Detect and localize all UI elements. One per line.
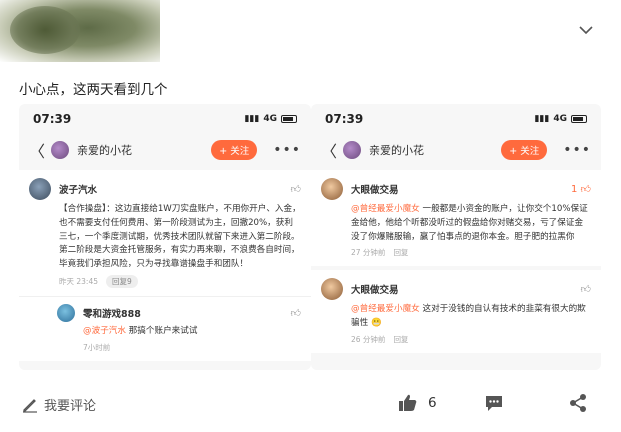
thumb-up-icon: 👍︎: [580, 284, 591, 296]
comment-input[interactable]: 我要评论: [22, 395, 96, 414]
reply-count: 回复9: [106, 274, 138, 288]
avatar: [51, 141, 69, 159]
share-button[interactable]: [568, 393, 588, 413]
comment-mention: @曾经最爱小魔女: [351, 204, 420, 214]
reply-comment: 零和游戏888 👍︎ @波子汽水 那搞个账户来试试 7小时前: [19, 295, 311, 361]
pencil-icon: [23, 398, 37, 413]
reply-body: 那搞个账户来试试: [125, 325, 198, 336]
battery-icon: [571, 115, 587, 123]
comment-author: 波子汽水: [59, 185, 98, 196]
network-label: 4G: [263, 114, 277, 124]
like-count: 1: [570, 184, 578, 195]
reply-author: 零和游戏888: [83, 308, 141, 320]
more-icon: •••: [563, 142, 591, 158]
follow-button: + 关注: [211, 140, 258, 160]
signal-icon: ▮▮▮: [534, 114, 550, 124]
avatar: [343, 141, 361, 159]
comment-button[interactable]: [484, 393, 504, 413]
status-bar: 07:39 ▮▮▮ 4G: [19, 104, 311, 134]
status-bar: 07:39 ▮▮▮ 4G: [311, 104, 601, 134]
like-button[interactable]: 6: [398, 393, 437, 413]
avatar: [321, 278, 343, 301]
comment-author: 大眼做交易: [351, 185, 399, 196]
comment: 波子汽水 👍︎ 【合作操盘】：这边直接给1W刀实盘账户，不用你开户、入金，也不需…: [19, 170, 311, 296]
reply-link: 回复: [393, 248, 409, 258]
reply-link: 回复: [393, 334, 409, 344]
more-icon: •••: [273, 142, 301, 158]
comment-author: 大眼做交易: [351, 285, 399, 297]
signal-icon: ▮▮▮: [244, 114, 260, 124]
screenshot-left[interactable]: 07:39 ▮▮▮ 4G 〈 亲爱的小花 + 关注 ••• 波子汽水 👍︎ 【合…: [19, 104, 311, 370]
thumb-up-icon: 👍︎: [290, 307, 301, 319]
comment-body: 【合作操盘】：这边直接给1W刀实盘账户，不用你开户、入金，也不需要支付任何费用、…: [59, 204, 301, 269]
battery-icon: [281, 115, 297, 123]
like-count: 6: [428, 395, 437, 411]
nav-bar: 〈 亲爱的小花 + 关注 •••: [19, 134, 311, 166]
thumb-up-icon: 👍︎: [290, 184, 301, 195]
comment-time: 27 分钟前: [351, 248, 386, 258]
thumb-up-icon: [399, 394, 417, 411]
status-time: 07:39: [33, 112, 72, 126]
comment-mention: @曾经最爱小魔女: [351, 304, 420, 315]
reply-mention: @波子汽水: [83, 325, 126, 336]
comment: 大眼做交易 👍︎ @曾经最爱小魔女 这对于没钱的自认有技术的韭菜有很大的欺骗性 …: [311, 270, 601, 353]
reply-time: 7小时前: [83, 342, 111, 352]
chevron-down-icon[interactable]: [579, 20, 593, 39]
grimace-emoji-icon: 😬: [370, 318, 382, 328]
comment-time: 26 分钟前: [351, 334, 386, 344]
share-icon: [570, 394, 586, 412]
comment-placeholder: 我要评论: [44, 399, 97, 414]
nav-name: 亲爱的小花: [77, 144, 132, 157]
comment-icon: [486, 396, 502, 411]
author-avatar[interactable]: [0, 0, 160, 62]
post-text: 小心点，这两天看到几个: [19, 82, 168, 98]
avatar: [29, 178, 51, 200]
nav-name: 亲爱的小花: [369, 144, 424, 157]
comment: 大眼做交易 1 👍︎ @曾经最爱小魔女 一般都是小资金的账户，让你交个10%保证…: [311, 170, 601, 267]
avatar: [57, 303, 75, 322]
back-icon: 〈: [29, 142, 46, 161]
avatar: [321, 178, 343, 200]
thumb-up-icon: 👍︎: [580, 184, 591, 195]
screenshot-right[interactable]: 07:39 ▮▮▮ 4G 〈 亲爱的小花 + 关注 ••• 大眼做交易 1 👍︎…: [311, 104, 601, 370]
comment-time: 昨天 23:45: [59, 276, 98, 286]
bottom-bar: 我要评论 6: [0, 380, 621, 428]
status-time: 07:39: [325, 112, 364, 126]
nav-bar: 〈 亲爱的小花 + 关注 •••: [311, 134, 601, 166]
network-label: 4G: [553, 114, 567, 124]
back-icon: 〈: [321, 142, 338, 161]
follow-button: + 关注: [501, 140, 548, 160]
